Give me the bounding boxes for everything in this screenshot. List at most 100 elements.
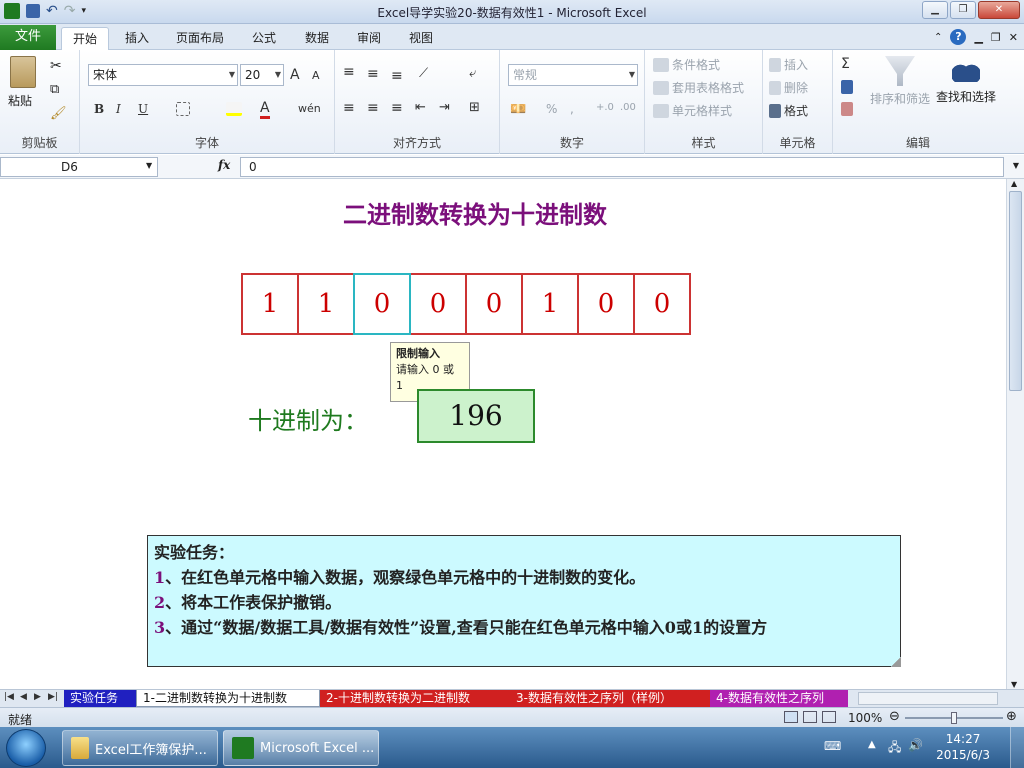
- clear-icon[interactable]: [841, 102, 853, 116]
- binary-cell[interactable]: 1: [297, 273, 355, 335]
- binary-cell[interactable]: 1: [521, 273, 579, 335]
- fill-icon[interactable]: [841, 80, 853, 94]
- zoom-in-icon[interactable]: ⊕: [1006, 709, 1017, 724]
- orientation-icon[interactable]: ⟋: [419, 66, 428, 81]
- start-button[interactable]: [6, 729, 46, 767]
- sheet-tab[interactable]: 3-数据有效性之序列（样例）: [510, 690, 710, 707]
- wrap-text-icon[interactable]: ⤶: [469, 66, 476, 81]
- autosum-button[interactable]: Σ: [841, 56, 850, 72]
- prev-sheet-icon[interactable]: ◀: [20, 692, 27, 702]
- formula-input[interactable]: 0: [240, 157, 1004, 177]
- delete-cells-button[interactable]: 删除: [769, 79, 808, 96]
- comma-icon[interactable]: ,: [570, 102, 574, 116]
- italic-button[interactable]: I: [116, 102, 121, 116]
- zoom-slider-knob[interactable]: [951, 712, 957, 724]
- show-desktop-button[interactable]: [1010, 727, 1024, 768]
- number-format-select[interactable]: 常规 ▼: [508, 64, 638, 86]
- taskbar-item-folder[interactable]: Excel工作簿保护...: [62, 730, 218, 766]
- restore-button[interactable]: ❐: [950, 1, 976, 19]
- next-sheet-icon[interactable]: ▶: [34, 692, 41, 702]
- tab-file[interactable]: 文件: [0, 25, 56, 50]
- tab-review[interactable]: 审阅: [347, 27, 391, 50]
- volume-icon[interactable]: 🔊: [908, 738, 923, 752]
- page-break-view-icon[interactable]: [822, 711, 836, 723]
- binary-cell-selected[interactable]: 0: [353, 273, 411, 335]
- grow-font-button[interactable]: A: [290, 67, 300, 83]
- decrease-decimal-icon[interactable]: .00: [620, 102, 636, 113]
- worksheet[interactable]: 二进制数转换为十进制数 1 1 0 0 0 1 0 0 限制输入 请输入 0 或…: [0, 179, 1006, 689]
- page-layout-view-icon[interactable]: [803, 711, 817, 723]
- last-sheet-icon[interactable]: ▶|: [48, 692, 58, 702]
- tab-data[interactable]: 数据: [295, 27, 339, 50]
- minimize-button[interactable]: ▁: [922, 1, 948, 19]
- binary-cell[interactable]: 0: [633, 273, 691, 335]
- clock[interactable]: 14:27 2015/6/3: [936, 731, 990, 763]
- scroll-down-icon[interactable]: ▼: [1011, 680, 1017, 689]
- tab-insert[interactable]: 插入: [115, 27, 159, 50]
- workbook-close-icon[interactable]: ✕: [1009, 31, 1018, 44]
- border-icon[interactable]: [176, 102, 190, 116]
- name-box[interactable]: D6: [0, 157, 158, 177]
- sheet-tab-active[interactable]: 1-二进制数转换为十进制数: [136, 690, 320, 707]
- zoom-out-icon[interactable]: ⊖: [889, 709, 900, 724]
- vertical-scroll-thumb[interactable]: [1009, 191, 1022, 391]
- workbook-minimize-icon[interactable]: ▁: [974, 31, 982, 44]
- align-bottom-icon[interactable]: ≡: [391, 68, 403, 84]
- show-hidden-icons-icon[interactable]: ▲: [868, 739, 876, 750]
- format-as-table-button[interactable]: 套用表格格式: [653, 79, 744, 96]
- decrease-indent-icon[interactable]: ⇤: [415, 100, 426, 115]
- align-right-icon[interactable]: ≡: [391, 100, 403, 116]
- shrink-font-button[interactable]: A: [312, 69, 320, 82]
- expand-formula-bar-icon[interactable]: ▼: [1013, 161, 1019, 170]
- name-box-dropdown-icon[interactable]: ▼: [146, 161, 152, 170]
- phonetic-button[interactable]: wén: [298, 102, 321, 115]
- align-left-icon[interactable]: ≡: [343, 100, 355, 116]
- fill-color-icon[interactable]: [226, 102, 242, 116]
- percent-icon[interactable]: %: [546, 102, 557, 116]
- zoom-level[interactable]: 100%: [848, 711, 882, 725]
- font-color-button[interactable]: A: [260, 100, 270, 119]
- binary-cell[interactable]: 1: [241, 273, 299, 335]
- bold-button[interactable]: B: [94, 102, 104, 116]
- merge-center-icon[interactable]: ⊞: [469, 100, 480, 115]
- horizontal-scrollbar[interactable]: [858, 692, 998, 705]
- increase-indent-icon[interactable]: ⇥: [439, 100, 450, 115]
- workbook-restore-icon[interactable]: ❐: [991, 31, 1001, 44]
- font-size-select[interactable]: 20 ▼: [240, 64, 284, 86]
- task-textbox[interactable]: 实验任务： 1、在红色单元格中输入数据，观察绿色单元格中的十进制数的变化。 2、…: [147, 535, 901, 667]
- tab-home[interactable]: 开始: [61, 27, 109, 50]
- vertical-scrollbar[interactable]: ▲ ▼: [1006, 179, 1024, 689]
- sheet-tab[interactable]: 实验任务: [64, 690, 136, 707]
- conditional-format-button[interactable]: 条件格式: [653, 56, 720, 73]
- increase-decimal-icon[interactable]: +.0: [596, 102, 614, 113]
- insert-function-button[interactable]: fx: [218, 158, 230, 172]
- cut-icon[interactable]: ✂: [50, 58, 62, 74]
- binary-cell[interactable]: 0: [465, 273, 523, 335]
- cell-styles-button[interactable]: 单元格样式: [653, 102, 732, 119]
- insert-cells-button[interactable]: 插入: [769, 56, 808, 73]
- format-painter-icon[interactable]: 🖌: [50, 106, 67, 121]
- sheet-tab[interactable]: 4-数据有效性之序列: [710, 690, 848, 707]
- font-name-select[interactable]: 宋体 ▼: [88, 64, 238, 86]
- copy-icon[interactable]: ⧉: [50, 82, 59, 97]
- binary-cell[interactable]: 0: [409, 273, 467, 335]
- taskbar-item-excel[interactable]: Microsoft Excel ...: [223, 730, 379, 766]
- binary-cell[interactable]: 0: [577, 273, 635, 335]
- tab-formulas[interactable]: 公式: [242, 27, 286, 50]
- tab-view[interactable]: 视图: [399, 27, 443, 50]
- paste-button[interactable]: 粘贴: [8, 56, 40, 109]
- format-cells-button[interactable]: 格式: [769, 102, 808, 119]
- network-icon[interactable]: 🖧: [888, 738, 901, 759]
- keyboard-icon[interactable]: ⌨: [824, 739, 841, 753]
- scroll-up-icon[interactable]: ▲: [1011, 179, 1017, 188]
- align-center-icon[interactable]: ≡: [367, 100, 379, 116]
- close-button[interactable]: ✕: [978, 1, 1020, 19]
- first-sheet-icon[interactable]: |◀: [4, 692, 14, 702]
- help-icon[interactable]: ?: [950, 29, 967, 45]
- tab-page-layout[interactable]: 页面布局: [168, 27, 232, 50]
- sort-filter-button[interactable]: 排序和筛选: [869, 56, 931, 107]
- align-middle-icon[interactable]: ≡: [367, 66, 379, 82]
- decimal-result-cell[interactable]: 196: [417, 389, 535, 443]
- underline-button[interactable]: U: [138, 102, 148, 116]
- currency-icon[interactable]: 💴: [510, 102, 526, 117]
